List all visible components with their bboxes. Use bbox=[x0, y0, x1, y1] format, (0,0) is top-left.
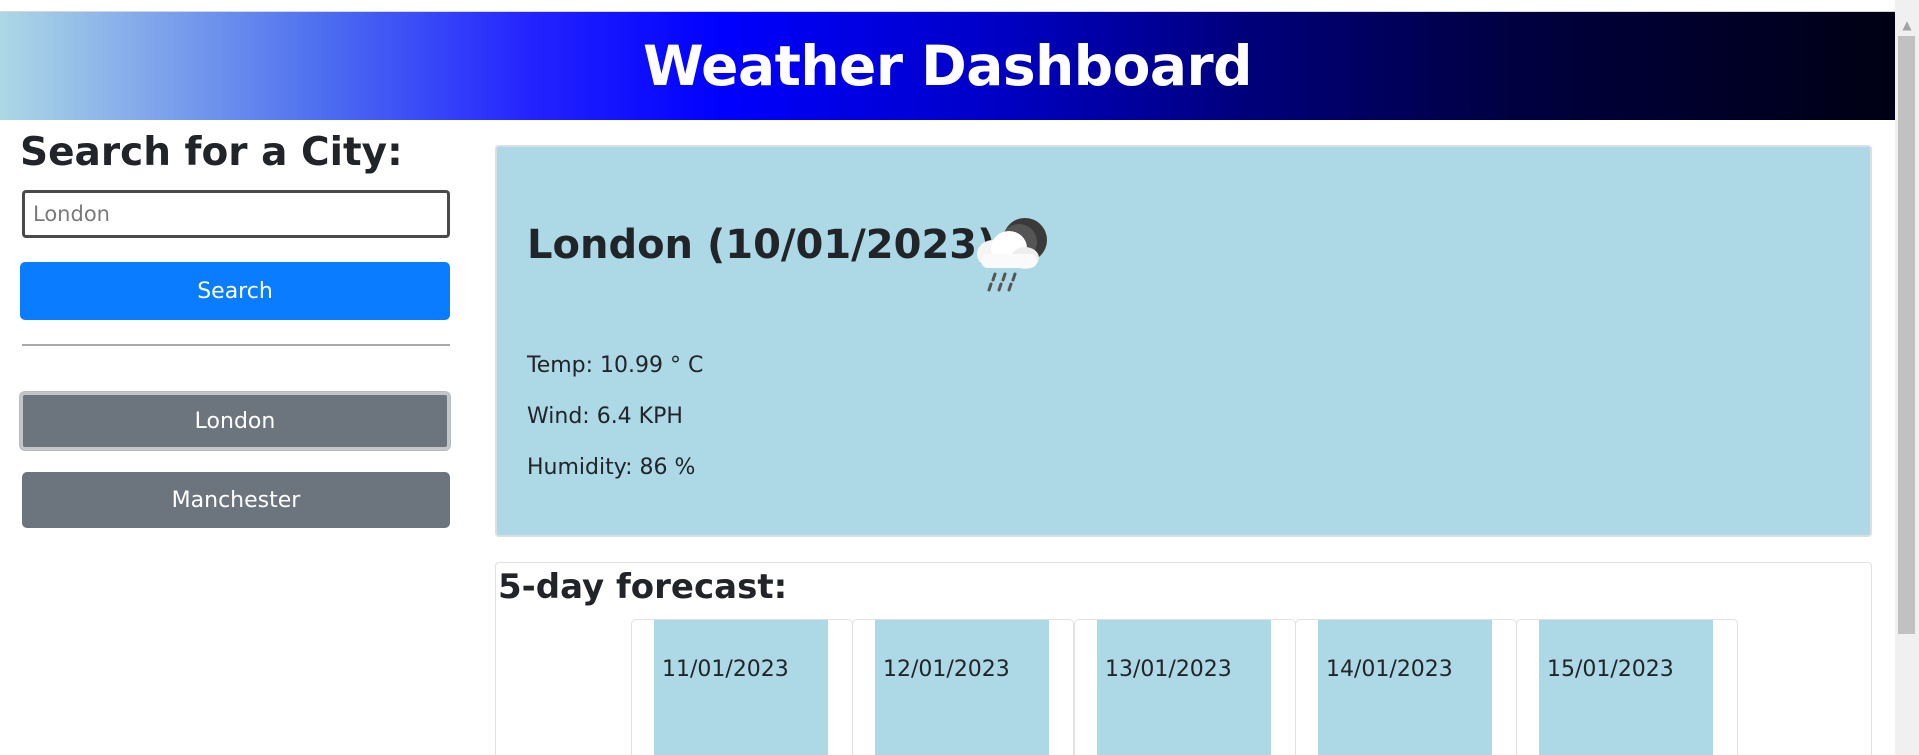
history-button-london[interactable]: London bbox=[20, 392, 450, 450]
scroll-up-arrow-icon[interactable]: ▲ bbox=[1895, 16, 1919, 34]
scrollbar-thumb[interactable] bbox=[1898, 36, 1915, 634]
forecast-date: 12/01/2023 bbox=[883, 657, 1010, 682]
current-wind: Wind: 6.4 KPH bbox=[527, 404, 683, 429]
forecast-card: 15/01/2023 bbox=[1516, 619, 1738, 755]
city-search-input[interactable] bbox=[22, 190, 450, 238]
forecast-section: 5-day forecast: 11/01/2023 12/01/2023 13… bbox=[495, 562, 1872, 755]
sidebar-divider bbox=[22, 344, 450, 346]
current-temp: Temp: 10.99 ° C bbox=[527, 353, 704, 378]
forecast-date: 15/01/2023 bbox=[1547, 657, 1674, 682]
forecast-date: 11/01/2023 bbox=[662, 657, 789, 682]
forecast-card: 13/01/2023 bbox=[1074, 619, 1296, 755]
current-weather-card: London (10/01/2023) Temp: 10.99 ° C Wind… bbox=[495, 145, 1872, 537]
search-button[interactable]: Search bbox=[20, 262, 450, 320]
forecast-date: 13/01/2023 bbox=[1105, 657, 1232, 682]
forecast-heading: 5-day forecast: bbox=[498, 567, 788, 607]
search-heading: Search for a City: bbox=[20, 130, 403, 175]
forecast-date: 14/01/2023 bbox=[1326, 657, 1453, 682]
page-title: Weather Dashboard bbox=[642, 34, 1253, 98]
vertical-scrollbar[interactable]: ▲ bbox=[1895, 0, 1919, 755]
history-button-manchester[interactable]: Manchester bbox=[22, 472, 450, 528]
rain-cloud-night-icon bbox=[977, 218, 1047, 292]
forecast-card: 12/01/2023 bbox=[852, 619, 1074, 755]
search-sidebar: Search for a City: Search London Manches… bbox=[20, 128, 450, 528]
page-header: Weather Dashboard bbox=[0, 12, 1895, 120]
current-city-title: London (10/01/2023) bbox=[527, 222, 996, 268]
current-humidity: Humidity: 86 % bbox=[527, 455, 696, 480]
forecast-card: 14/01/2023 bbox=[1295, 619, 1517, 755]
forecast-card: 11/01/2023 bbox=[631, 619, 853, 755]
browser-top-edge bbox=[0, 0, 1895, 12]
